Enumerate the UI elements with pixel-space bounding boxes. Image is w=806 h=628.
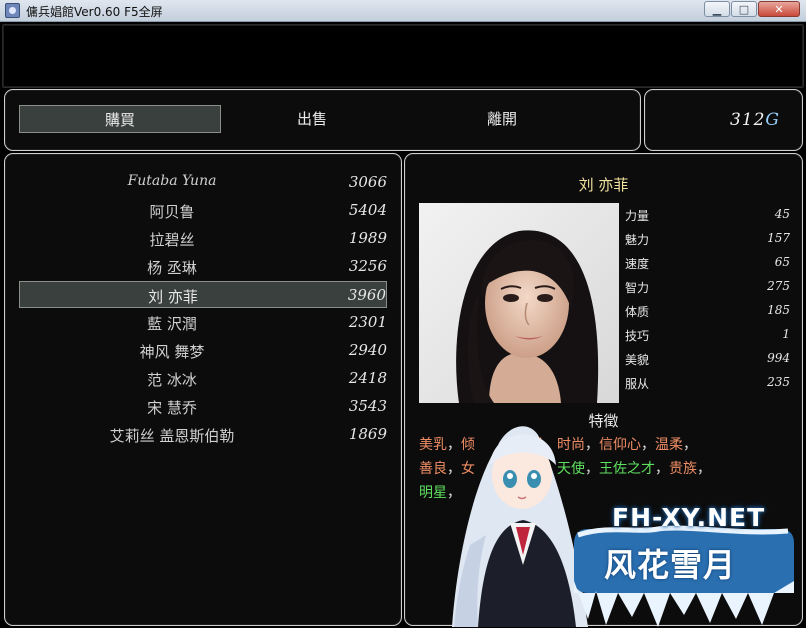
stat-row: 力量 45	[625, 203, 790, 227]
stat-row: 魅力 157	[625, 227, 790, 251]
character-name: 刘 亦菲	[578, 176, 629, 194]
list-item-price: 3066	[348, 173, 387, 191]
stat-value: 275	[767, 279, 790, 293]
list-item-name: 藍 沢潤	[147, 315, 197, 333]
portrait-illustration	[419, 203, 619, 403]
character-portrait	[419, 203, 619, 403]
list-item-price: 3543	[348, 397, 387, 415]
list-item-price: 1989	[348, 229, 387, 247]
gold-display: 312G	[730, 110, 780, 130]
stat-label: 美貌	[625, 353, 650, 367]
list-item[interactable]: 宋 慧乔 3543	[19, 393, 387, 420]
list-item-name: 宋 慧乔	[147, 399, 197, 417]
stat-value: 157	[767, 231, 790, 245]
sell-command[interactable]: 出售	[235, 105, 389, 133]
list-item[interactable]: 阿贝鲁 5404	[19, 197, 387, 224]
gold-unit: G	[765, 110, 780, 130]
stat-value: 185	[767, 303, 790, 317]
stat-row: 速度 65	[625, 251, 790, 275]
stat-label: 智力	[625, 281, 650, 295]
stat-label: 力量	[625, 209, 650, 223]
list-item-price: 2940	[348, 341, 387, 359]
title-bar: 傭兵娼館Ver0.60 F5全屏 ▁ □ ✕	[0, 0, 806, 22]
list-item-price: 3256	[348, 257, 387, 275]
stat-row: 体质 185	[625, 299, 790, 323]
command-menu: 購買 出售 離開	[4, 89, 641, 151]
list-item-name: 神风 舞梦	[139, 343, 205, 361]
close-button[interactable]: ✕	[758, 1, 800, 17]
list-item[interactable]: Futaba Yuna 3066	[19, 169, 387, 196]
window-controls: ▁ □ ✕	[704, 1, 800, 17]
slave-list: Futaba Yuna 3066 阿贝鲁 5404 拉碧丝 1989 杨 丞琳 3256…	[4, 153, 402, 626]
gold-window: 312G	[644, 89, 803, 151]
list-item-price: 3960	[347, 286, 386, 304]
stat-row: 服从 235	[625, 371, 790, 395]
list-item[interactable]: 拉碧丝 1989	[19, 225, 387, 252]
stat-value: 1	[782, 327, 790, 341]
stat-row: 智力 275	[625, 275, 790, 299]
message-strip	[2, 24, 804, 88]
stat-value: 235	[767, 375, 790, 389]
gold-amount: 312	[729, 110, 766, 130]
list-item-name: 艾莉丝 盖恩斯伯勒	[109, 427, 235, 445]
list-item-price: 1869	[348, 425, 387, 443]
app-icon	[5, 3, 20, 18]
list-item[interactable]: 范 冰冰 2418	[19, 365, 387, 392]
stat-value: 45	[774, 207, 790, 221]
stat-label: 魅力	[625, 233, 650, 247]
leave-command[interactable]: 離開	[425, 105, 579, 133]
stat-row: 技巧 1	[625, 323, 790, 347]
window-title: 傭兵娼館Ver0.60 F5全屏	[26, 5, 163, 19]
stat-label: 速度	[625, 257, 650, 271]
stat-label: 服从	[625, 377, 650, 391]
watermark-brand: 风花雪月	[604, 546, 737, 584]
list-item-name: 刘 亦菲	[148, 288, 198, 306]
buy-command[interactable]: 購買	[19, 105, 221, 133]
stat-label: 技巧	[625, 329, 650, 343]
list-item[interactable]: 藍 沢潤 2301	[19, 309, 387, 336]
list-item-name: 拉碧丝	[149, 231, 195, 249]
list-item[interactable]: 杨 丞琳 3256	[19, 253, 387, 280]
stat-label: 体质	[625, 305, 650, 319]
stat-value: 65	[774, 255, 790, 269]
list-item-price: 5404	[348, 201, 387, 219]
maximize-button[interactable]: □	[731, 1, 757, 17]
watermark-domain: FH-XY.NET	[612, 503, 766, 532]
list-item-price: 2418	[348, 369, 387, 387]
list-item-price: 2301	[348, 313, 387, 331]
list-item-name: 范 冰冰	[147, 371, 197, 389]
list-item-name: Futaba Yuna	[127, 173, 217, 189]
list-item[interactable]: 神风 舞梦 2940	[19, 337, 387, 364]
stat-row: 美貌 994	[625, 347, 790, 371]
list-item[interactable]: 艾莉丝 盖恩斯伯勒 1869	[19, 421, 387, 448]
list-item-name: 杨 丞琳	[147, 259, 197, 277]
list-item-selected[interactable]: 刘 亦菲 3960	[19, 281, 387, 308]
minimize-button[interactable]: ▁	[704, 1, 730, 17]
list-item-name: 阿贝鲁	[149, 203, 195, 221]
stat-value: 994	[767, 351, 790, 365]
